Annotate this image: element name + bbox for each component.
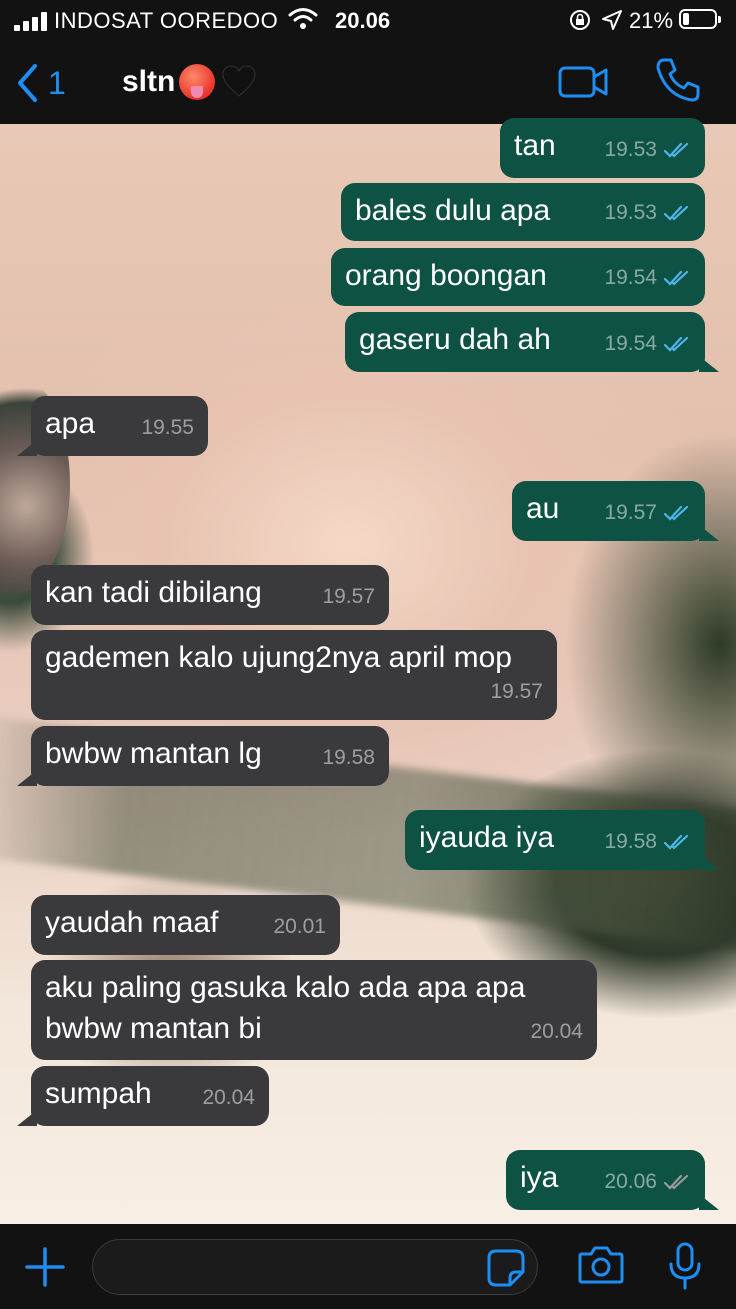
message-text: bwbw mantan bi <box>45 1012 262 1045</box>
message-outgoing[interactable]: au 19.57 <box>512 481 705 541</box>
double-check-read-icon <box>663 834 689 850</box>
message-text: kan tadi dibilang <box>45 576 262 609</box>
message-time: 20.06 <box>604 1170 657 1193</box>
message-time: 19.54 <box>604 266 657 289</box>
double-check-read-icon <box>663 270 689 286</box>
unread-count: 1 <box>48 64 66 101</box>
message-meta: 19.54 <box>604 260 691 296</box>
message-time: 20.01 <box>273 915 326 938</box>
video-call-icon[interactable] <box>558 62 610 102</box>
status-bar: INDOSAT OOREDOO 20.06 21% <box>0 0 736 40</box>
message-outgoing[interactable]: tan 19.53 <box>500 118 705 178</box>
message-time: 19.57 <box>322 585 375 608</box>
message-incoming[interactable]: gademen kalo ujung2nya april mop 19.57 <box>31 630 557 720</box>
chevron-left-icon <box>18 64 37 102</box>
hot-face-emoji <box>179 64 216 100</box>
message-meta: 19.53 <box>604 195 691 231</box>
message-time: 19.58 <box>322 746 375 769</box>
message-text: apa <box>45 407 96 440</box>
message-meta: 19.58 <box>604 824 691 860</box>
message-outgoing[interactable]: iyauda iya 19.58 <box>405 810 705 870</box>
navigation-bar: INDOSAT OOREDOO 20.06 21% 1 sltn <box>0 0 736 124</box>
message-text: gaseru dah ah <box>359 323 551 356</box>
message-meta: 19.57 <box>604 495 691 531</box>
contact-name: sltn <box>122 65 176 98</box>
message-outgoing[interactable]: gaseru dah ah 19.54 <box>345 312 705 372</box>
message-text: iyauda iya <box>419 821 555 854</box>
message-time: 19.55 <box>141 416 194 439</box>
camera-icon[interactable] <box>578 1244 624 1284</box>
clock: 20.06 <box>335 8 391 33</box>
message-text: sumpah <box>45 1077 152 1110</box>
message-outgoing[interactable]: orang boongan 19.54 <box>331 248 705 306</box>
message-incoming[interactable]: kan tadi dibilang 19.57 <box>31 565 389 625</box>
message-meta: 20.04 <box>202 1080 255 1116</box>
message-meta: 19.54 <box>604 326 691 362</box>
message-meta: 19.57 <box>322 579 375 615</box>
message-text: gademen kalo ujung2nya april mop <box>45 641 512 674</box>
message-meta: 19.55 <box>141 410 194 446</box>
message-meta: 20.04 <box>530 1014 583 1050</box>
battery-percentage: 21% <box>629 8 674 33</box>
message-incoming[interactable]: sumpah 20.04 <box>31 1066 269 1126</box>
wifi-icon <box>288 8 318 29</box>
message-text: iya <box>520 1161 559 1194</box>
message-incoming[interactable]: bwbw mantan lg 19.58 <box>31 726 389 786</box>
message-outgoing[interactable]: bales dulu apa 19.53 <box>341 183 705 241</box>
message-text: bwbw mantan lg <box>45 737 262 770</box>
message-time: 19.58 <box>604 830 657 853</box>
black-heart-emoji <box>222 65 256 97</box>
location-arrow-icon <box>602 10 622 30</box>
message-time: 20.04 <box>202 1086 255 1109</box>
message-meta: 19.57 <box>490 674 543 710</box>
message-incoming[interactable]: yaudah maaf 20.01 <box>31 895 340 955</box>
message-incoming[interactable]: aku paling gasuka kalo ada apa apa bwbw … <box>31 960 597 1060</box>
plus-icon[interactable] <box>24 1246 66 1288</box>
contact-title[interactable]: sltn <box>122 64 257 100</box>
message-time: 19.53 <box>604 138 657 161</box>
microphone-icon[interactable] <box>668 1242 702 1290</box>
message-meta: 20.01 <box>273 909 326 945</box>
message-text: orang boongan <box>345 259 547 292</box>
message-time: 19.57 <box>604 501 657 524</box>
message-time: 19.53 <box>604 201 657 224</box>
message-text: bales dulu apa <box>355 194 551 227</box>
double-check-delivered-icon <box>663 1174 689 1190</box>
message-text: au <box>526 492 560 525</box>
message-text: tan <box>514 129 556 162</box>
phone-call-icon[interactable] <box>654 56 702 104</box>
message-meta: 20.06 <box>604 1164 691 1200</box>
double-check-read-icon <box>663 505 689 521</box>
message-time: 19.54 <box>604 332 657 355</box>
double-check-read-icon <box>663 205 689 221</box>
signal-strength-icon <box>14 11 48 31</box>
message-incoming[interactable]: apa 19.55 <box>31 396 208 456</box>
back-button[interactable]: 1 <box>16 60 86 106</box>
message-outgoing[interactable]: iya 20.06 <box>506 1150 705 1210</box>
rotation-lock-icon <box>570 10 590 30</box>
message-input[interactable] <box>92 1239 538 1295</box>
message-text: aku paling gasuka kalo ada apa apa <box>45 971 526 1004</box>
carrier-name: INDOSAT OOREDOO <box>54 8 279 33</box>
message-meta: 19.53 <box>604 132 691 168</box>
message-time: 20.04 <box>530 1020 583 1043</box>
double-check-read-icon <box>663 336 689 352</box>
message-time: 19.57 <box>490 680 543 703</box>
message-meta: 19.58 <box>322 740 375 776</box>
sticker-icon[interactable] <box>486 1248 526 1288</box>
double-check-read-icon <box>663 142 689 158</box>
message-text: yaudah maaf <box>45 906 219 939</box>
battery-icon <box>679 9 721 29</box>
